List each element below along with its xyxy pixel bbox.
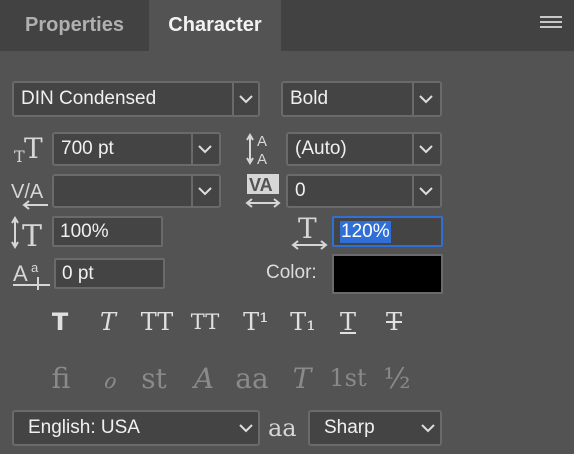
contextual-alternates-button[interactable]: T — [283, 358, 321, 398]
stylistic-alternates-button[interactable]: st — [135, 358, 173, 398]
fractions-button[interactable]: ½ — [378, 358, 416, 398]
language-value: English: USA — [28, 417, 140, 438]
chevron-down-icon — [234, 412, 258, 444]
kerning-icon: V/A — [10, 176, 50, 215]
baseline-shift-input[interactable]: 0 pt — [54, 258, 165, 289]
tracking-icon: VA — [245, 172, 283, 215]
language-dropdown[interactable]: English: USA — [12, 410, 260, 446]
discretionary-ligatures-button[interactable]: ℴ — [90, 358, 128, 398]
leading-icon: AA — [245, 130, 281, 173]
vertical-scale-input[interactable]: 100% — [52, 216, 163, 247]
vertical-scale-icon: T — [10, 216, 50, 255]
strikethrough-button[interactable]: T — [378, 306, 410, 338]
font-style-value: Bold — [290, 88, 329, 109]
font-size-icon: TT — [12, 132, 48, 171]
horizontal-scale-icon: T — [290, 212, 330, 257]
svg-text:V/A: V/A — [11, 181, 44, 203]
horizontal-scale-value: 120% — [340, 220, 391, 243]
svg-text:T: T — [22, 219, 42, 250]
chevron-down-icon — [414, 134, 438, 164]
swash-button[interactable]: A — [185, 358, 223, 398]
underline-button[interactable]: T — [332, 306, 364, 338]
font-size-value: 700 pt — [61, 138, 114, 159]
font-style-dropdown[interactable]: Bold — [281, 81, 442, 117]
tab-properties[interactable]: Properties — [0, 0, 149, 51]
tab-character[interactable]: Character — [149, 0, 281, 51]
subscript-button[interactable]: T₁ — [285, 306, 321, 338]
chevron-down-icon — [414, 83, 438, 115]
chevron-down-icon — [416, 412, 440, 444]
tracking-dropdown[interactable]: 0 — [286, 174, 442, 208]
svg-text:A: A — [257, 133, 267, 150]
faux-bold-button[interactable]: T — [44, 306, 76, 338]
antialias-dropdown[interactable]: Sharp — [308, 410, 442, 446]
chevron-down-icon — [414, 176, 438, 206]
panel-tab-bar: Properties Character — [0, 0, 574, 51]
ligatures-button[interactable]: fi — [42, 358, 80, 398]
font-family-value: DIN Condensed — [21, 88, 157, 109]
svg-text:VA: VA — [249, 175, 273, 195]
svg-text:T: T — [24, 132, 43, 165]
svg-text:T: T — [298, 212, 317, 245]
chevron-down-icon — [193, 134, 217, 164]
superscript-button[interactable]: T¹ — [238, 306, 274, 338]
antialias-icon: aa — [268, 414, 297, 442]
tracking-value: 0 — [295, 180, 306, 201]
svg-text:a: a — [31, 260, 39, 275]
svg-text:A: A — [257, 151, 267, 168]
small-caps-button[interactable]: TT — [187, 306, 223, 338]
svg-text:A: A — [13, 261, 28, 286]
font-size-dropdown[interactable]: 700 pt — [52, 132, 221, 166]
chevron-down-icon — [234, 83, 258, 115]
all-caps-button[interactable]: TT — [137, 306, 177, 338]
chevron-down-icon — [193, 176, 217, 206]
faux-italic-button[interactable]: T — [92, 306, 124, 338]
ordinals-button[interactable]: 1st — [328, 358, 368, 398]
antialias-value: Sharp — [324, 417, 375, 438]
font-family-dropdown[interactable]: DIN Condensed — [12, 81, 260, 117]
color-label: Color: — [266, 262, 317, 283]
panel-menu-icon[interactable] — [540, 16, 562, 32]
leading-value: (Auto) — [295, 138, 347, 159]
baseline-shift-icon: Aa — [12, 257, 52, 296]
horizontal-scale-input[interactable]: 120% — [332, 216, 443, 247]
color-swatch[interactable] — [332, 254, 443, 294]
titling-alternates-button[interactable]: aa — [232, 358, 272, 398]
kerning-dropdown[interactable] — [52, 174, 221, 208]
leading-dropdown[interactable]: (Auto) — [286, 132, 442, 166]
